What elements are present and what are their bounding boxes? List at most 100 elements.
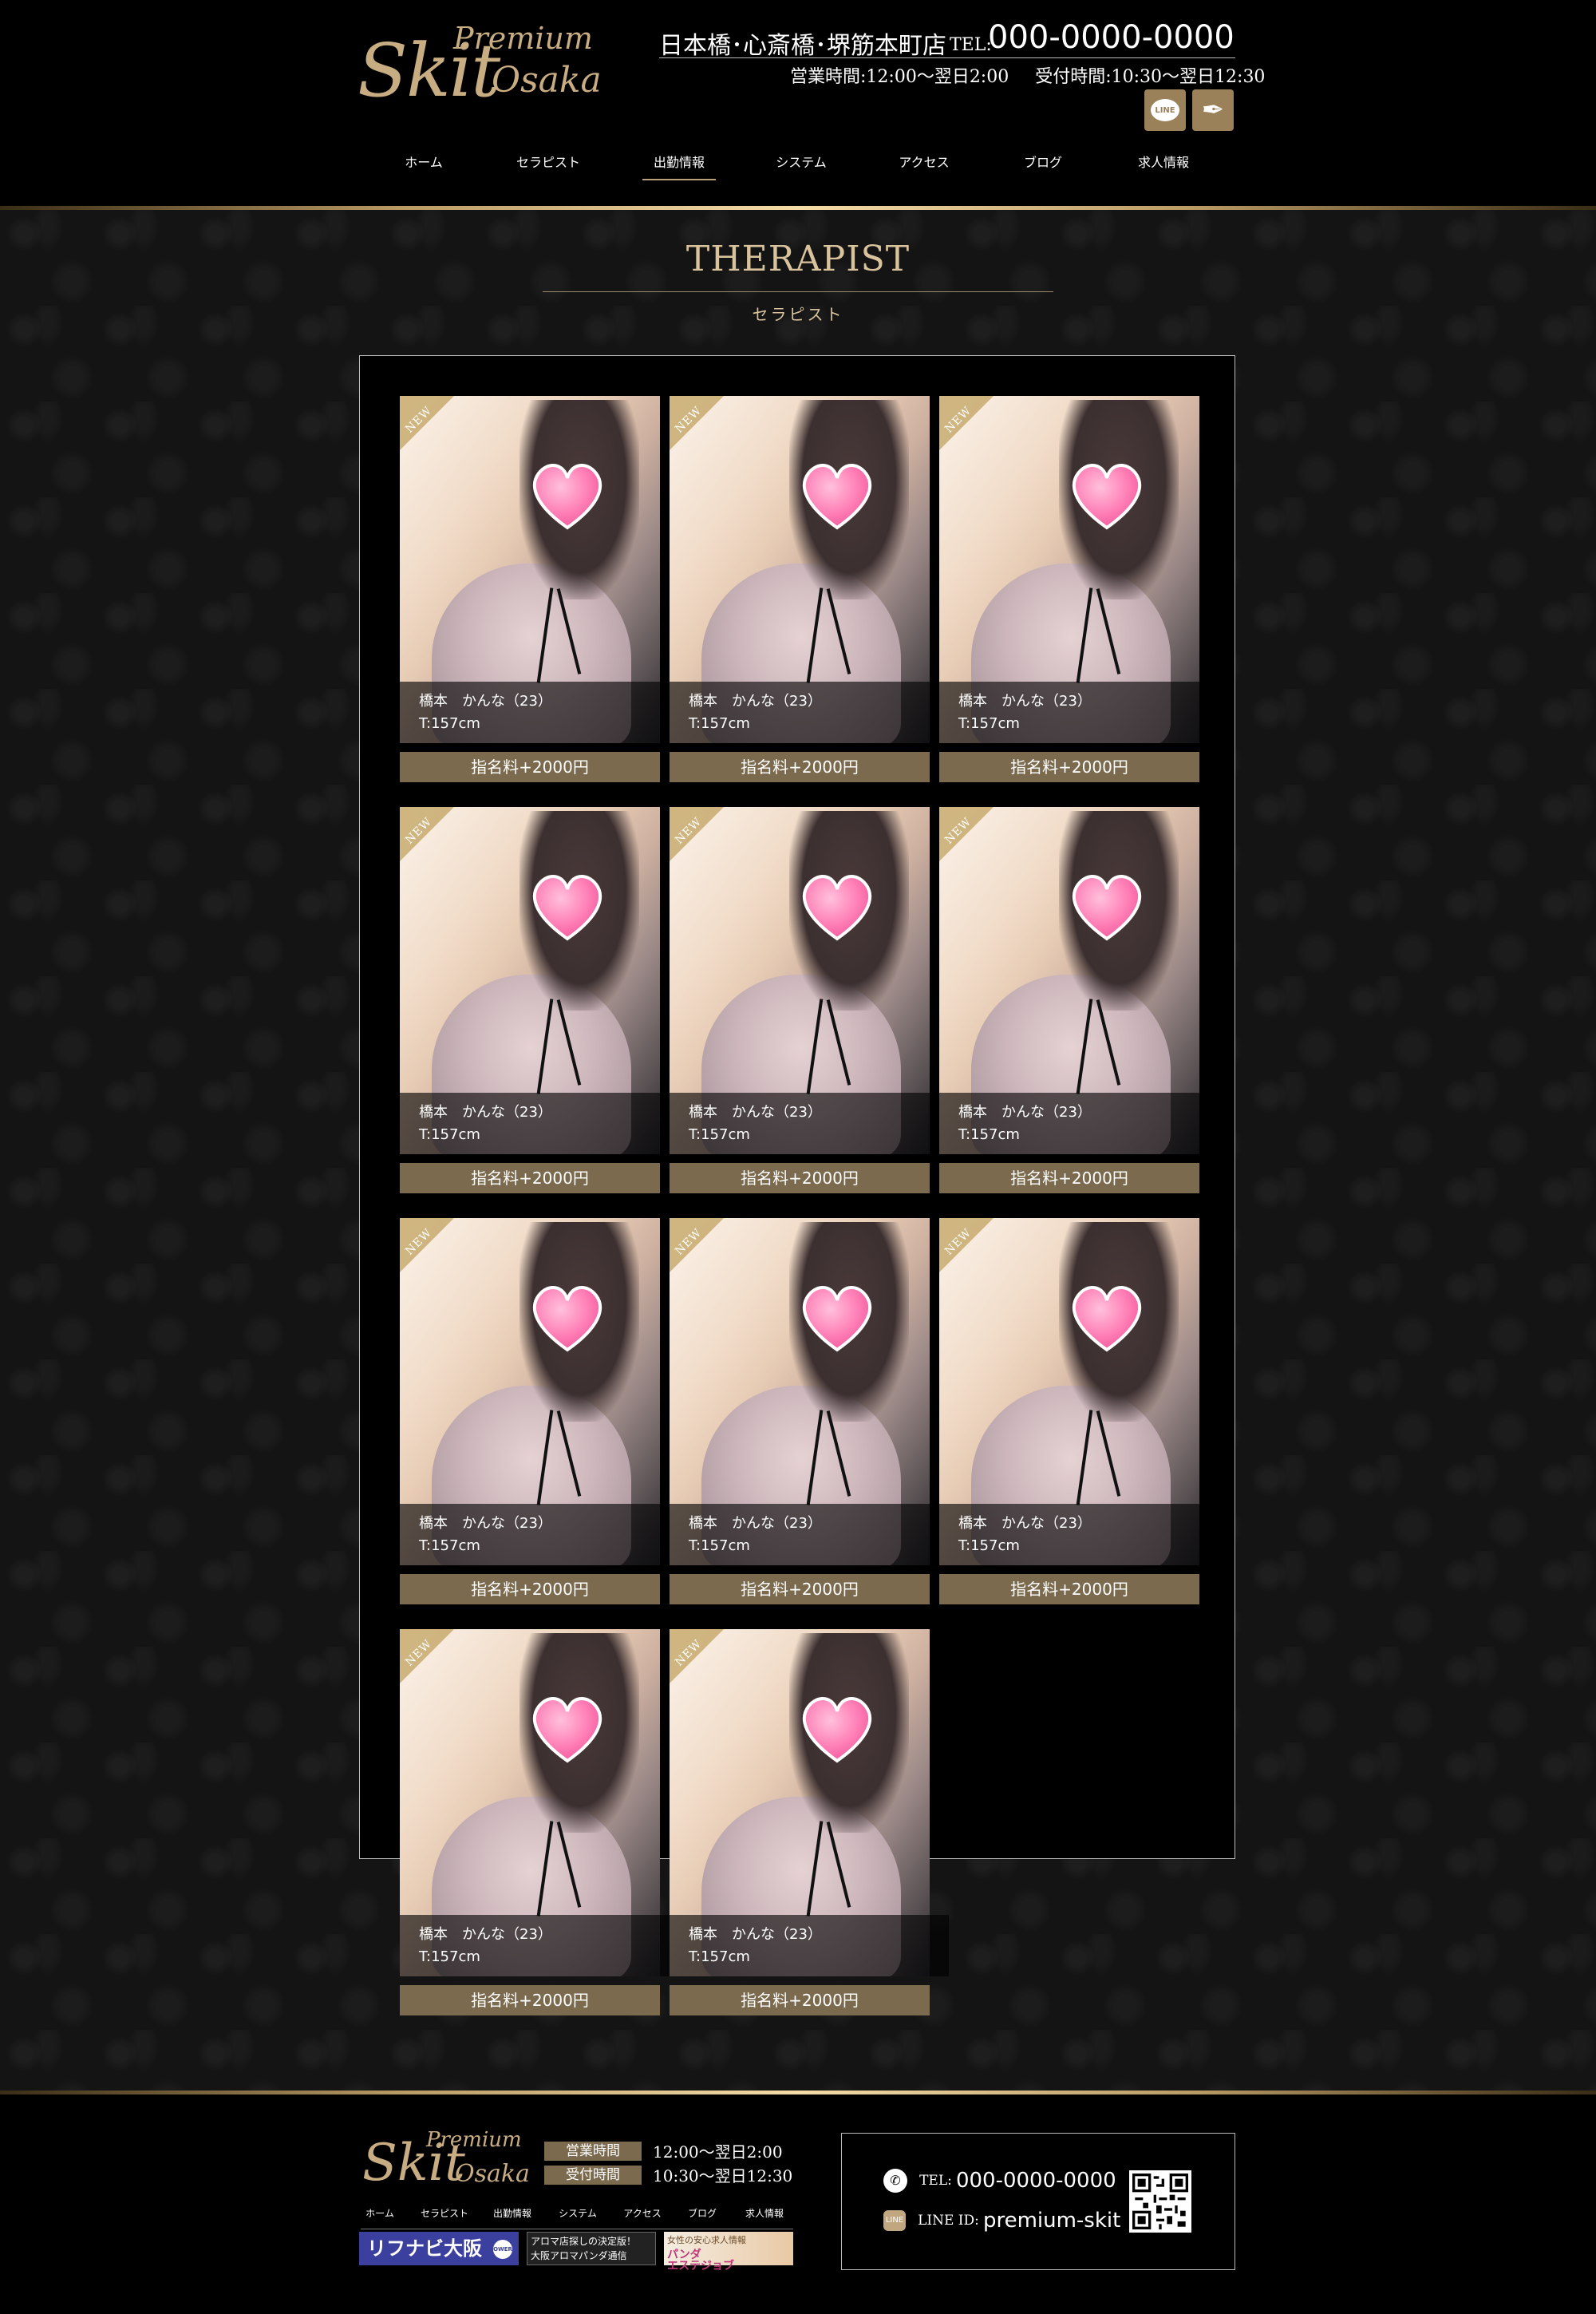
reception-hours: 受付時間:10:30～翌日12:30 <box>1035 67 1266 87</box>
nav-blog[interactable]: ブログ <box>1013 152 1073 179</box>
phone-icon: ✆ <box>883 2169 907 2193</box>
therapist-name: 橋本 かんな（23） <box>419 1104 552 1121</box>
footer-nav-blog[interactable]: ブログ <box>688 2206 717 2220</box>
heart-icon <box>527 1278 607 1358</box>
therapist-height: T:157cm <box>958 715 1020 732</box>
banner-refnavi-badge: OWER <box>493 2240 512 2259</box>
footer-tel: 000-0000-0000 <box>955 2169 1116 2193</box>
therapist-card[interactable]: NEW 橋本 かんな（23） T:157cm 指名料+2000円 <box>939 807 1219 1193</box>
therapist-info: 橋本 かんな（23） T:157cm <box>670 1915 949 1976</box>
therapist-info: 橋本 かんな（23） T:157cm <box>400 1093 679 1154</box>
footer-line-label: LINE ID: <box>918 2213 979 2229</box>
therapist-card[interactable]: NEW 橋本 かんな（23） T:157cm 指名料+2000円 <box>400 1629 679 2015</box>
nav-schedule[interactable]: 出勤情報 <box>642 152 717 180</box>
nomination-fee-button[interactable]: 指名料+2000円 <box>400 1163 660 1193</box>
feather-icon[interactable]: ✒ <box>1192 89 1234 131</box>
nomination-fee-button[interactable]: 指名料+2000円 <box>400 752 660 782</box>
nomination-fee-button[interactable]: 指名料+2000円 <box>670 1163 930 1193</box>
footer-tel-row[interactable]: ✆ TEL: 000-0000-0000 <box>883 2169 1116 2193</box>
footer-line-row[interactable]: LINE LINE ID: premium-skit <box>883 2209 1120 2233</box>
nav-access[interactable]: アクセス <box>887 152 960 179</box>
heart-icon <box>527 1689 607 1769</box>
line-icon: LINE <box>883 2210 906 2231</box>
section-title-ja: セラピスト <box>752 305 844 324</box>
shop-name: 日本橋･心斎橋･堺筋本町店 <box>659 32 946 60</box>
heart-icon <box>1067 867 1147 947</box>
therapist-card[interactable]: NEW 橋本 かんな（23） T:157cm 指名料+2000円 <box>939 396 1219 782</box>
footer-nav-access[interactable]: アクセス <box>623 2206 661 2220</box>
nomination-fee-button[interactable]: 指名料+2000円 <box>939 1574 1199 1604</box>
nav-therapist[interactable]: セラピスト <box>505 152 591 179</box>
heart-icon <box>1067 456 1147 536</box>
therapist-info: 橋本 かんな（23） T:157cm <box>400 682 679 743</box>
therapist-name: 橋本 かんな（23） <box>419 693 552 710</box>
nav-system[interactable]: システム <box>764 152 838 179</box>
therapist-height: T:157cm <box>689 1126 750 1143</box>
nomination-fee-button[interactable]: 指名料+2000円 <box>939 1163 1199 1193</box>
therapist-name: 橋本 かんな（23） <box>958 693 1092 710</box>
therapist-info: 橋本 かんな（23） T:157cm <box>670 1093 949 1154</box>
footer-nav-home[interactable]: ホーム <box>365 2206 394 2220</box>
tel-label: TEL: <box>950 35 992 55</box>
global-nav: ホーム セラピスト 出勤情報 システム アクセス ブログ 求人情報 <box>375 152 1221 187</box>
footer-nav-schedule[interactable]: 出勤情報 <box>493 2206 531 2220</box>
section-title-en: THERAPIST <box>543 242 1053 292</box>
banner-aroma-line2: 大阪アロマパンダ通信 <box>531 2250 627 2261</box>
banner-aroma-panda[interactable]: アロマ店探しの決定版！ 大阪アロマパンダ通信 <box>527 2232 656 2265</box>
nomination-fee-button[interactable]: 指名料+2000円 <box>400 1574 660 1604</box>
feather-glyph: ✒ <box>1201 94 1225 126</box>
footer-nav: ホーム セラピスト 出勤情報 システム アクセス ブログ 求人情報 <box>361 2206 793 2229</box>
therapist-height: T:157cm <box>958 1126 1020 1143</box>
footer-line-id: premium-skit <box>982 2209 1121 2233</box>
therapist-name: 橋本 かんな（23） <box>689 693 822 710</box>
nav-home[interactable]: ホーム <box>393 152 454 179</box>
banner-aroma-line1: アロマ店探しの決定版！ <box>531 2236 637 2247</box>
footer-hours: 営業時間 12:00～翌日2:00 受付時間 10:30～翌日12:30 <box>544 2139 792 2187</box>
nav-recruit[interactable]: 求人情報 <box>1127 152 1200 179</box>
therapist-card[interactable]: NEW 橋本 かんな（23） T:157cm 指名料+2000円 <box>670 1629 949 2015</box>
header-tel[interactable]: 000-0000-0000 <box>988 19 1235 56</box>
therapist-card[interactable]: NEW 橋本 かんな（23） T:157cm 指名料+2000円 <box>400 396 679 782</box>
therapist-card[interactable]: NEW 橋本 かんな（23） T:157cm 指名料+2000円 <box>670 396 949 782</box>
logo-skit: Skit <box>358 28 500 113</box>
therapist-height: T:157cm <box>419 1948 480 1965</box>
banner-refnavi[interactable]: リフナビ大阪 OWER <box>359 2232 519 2265</box>
qr-code-icon <box>1129 2170 1191 2233</box>
line-icon[interactable]: LINE <box>1144 89 1186 131</box>
footer-business-label: 営業時間 <box>544 2141 642 2161</box>
footer-nav-therapist[interactable]: セラピスト <box>421 2206 468 2220</box>
banner-panda-job[interactable]: 女性の安心求人情報 パンダ エステジョブ <box>664 2232 793 2272</box>
footer-nav-recruit[interactable]: 求人情報 <box>745 2206 784 2220</box>
therapist-panel: NEW 橋本 かんな（23） T:157cm 指名料+2000円 NEW 橋本 かんな（2… <box>359 355 1235 2015</box>
banner-job-line3: エステジョブ <box>667 2260 734 2272</box>
therapist-card[interactable]: NEW 橋本 かんな（23） T:157cm 指名料+2000円 <box>939 1218 1219 1604</box>
header-hours: 営業時間:12:00～翌日2:00 受付時間:10:30～翌日12:30 <box>790 62 1265 88</box>
therapist-card[interactable]: NEW 橋本 かんな（23） T:157cm 指名料+2000円 <box>400 807 679 1193</box>
footer-business-hours: 12:00～翌日2:00 <box>653 2142 783 2162</box>
therapist-height: T:157cm <box>689 1948 750 1965</box>
therapist-card[interactable]: NEW 橋本 かんな（23） T:157cm 指名料+2000円 <box>670 807 949 1193</box>
footer-logo-skit: Skit <box>362 2134 465 2193</box>
footer-logo[interactable]: Premium Skit Osaka <box>362 2128 538 2192</box>
therapist-height: T:157cm <box>689 1537 750 1554</box>
therapist-card[interactable]: NEW 橋本 かんな（23） T:157cm 指名料+2000円 <box>400 1218 679 1604</box>
therapist-height: T:157cm <box>689 715 750 732</box>
therapist-info: 橋本 かんな（23） T:157cm <box>400 1504 679 1565</box>
nomination-fee-button[interactable]: 指名料+2000円 <box>670 752 930 782</box>
main-content: THERAPIST セラピスト NEW 橋本 かんな（23） T:157cm 指名料+… <box>0 210 1596 2091</box>
nomination-fee-button[interactable]: 指名料+2000円 <box>670 1985 930 2015</box>
therapist-height: T:157cm <box>419 1126 480 1143</box>
therapist-name: 橋本 かんな（23） <box>689 1926 822 1943</box>
therapist-info: 橋本 かんな（23） T:157cm <box>670 682 949 743</box>
therapist-name: 橋本 かんな（23） <box>419 1926 552 1943</box>
site-logo[interactable]: Premium Skit Osaka <box>358 20 602 113</box>
therapist-info: 橋本 かんな（23） T:157cm <box>939 682 1219 743</box>
nomination-fee-button[interactable]: 指名料+2000円 <box>670 1574 930 1604</box>
therapist-info: 橋本 かんな（23） T:157cm <box>939 1093 1219 1154</box>
nomination-fee-button[interactable]: 指名料+2000円 <box>400 1985 660 2015</box>
therapist-card[interactable]: NEW 橋本 かんな（23） T:157cm 指名料+2000円 <box>670 1218 949 1604</box>
nomination-fee-button[interactable]: 指名料+2000円 <box>939 752 1199 782</box>
heart-icon <box>527 456 607 536</box>
footer-nav-system[interactable]: システム <box>559 2206 597 2220</box>
therapist-name: 橋本 かんな（23） <box>958 1515 1092 1532</box>
